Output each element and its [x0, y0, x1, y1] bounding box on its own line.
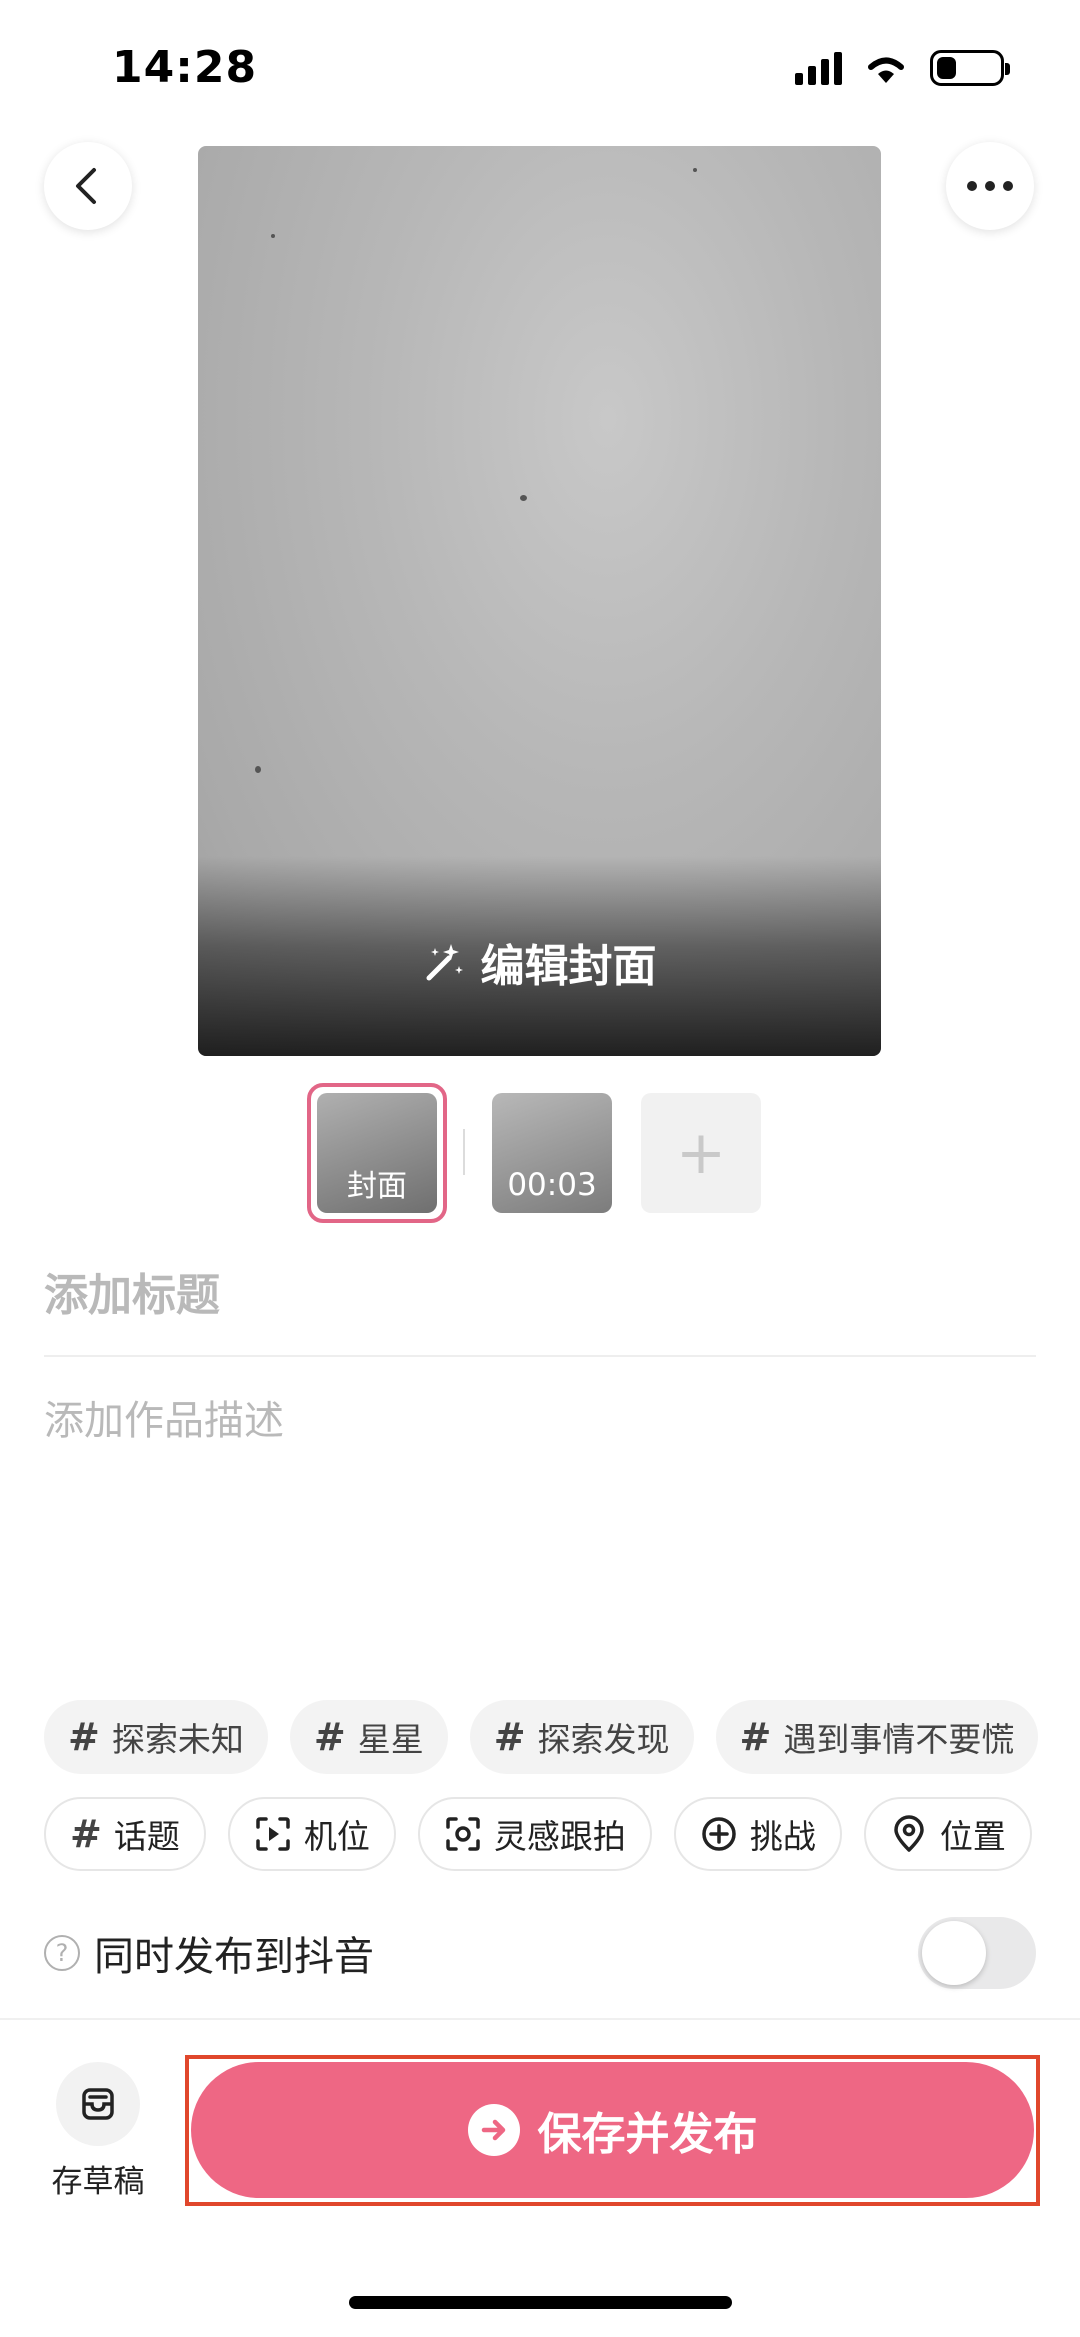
challenge-icon [702, 1817, 736, 1851]
edit-cover-button[interactable]: 编辑封面 [198, 930, 881, 994]
hashtag-icon: # [313, 1715, 346, 1759]
battery-icon [930, 50, 1010, 86]
tool-chip-inspiration[interactable]: 灵感跟拍 [417, 1797, 652, 1871]
clip-duration: 00:03 [507, 1167, 597, 1203]
title-input[interactable] [44, 1255, 1034, 1335]
sync-douyin-label: 同时发布到抖音 [94, 1934, 374, 1980]
tool-chip-camera-angle[interactable]: 机位 [227, 1797, 396, 1871]
cover-thumbnail[interactable]: 封面 [307, 1083, 447, 1223]
save-draft-button[interactable]: 存草稿 [40, 2062, 156, 2201]
bottom-divider [0, 2018, 1080, 2020]
status-icons [795, 50, 1010, 86]
more-dots-icon [967, 181, 1013, 191]
sync-douyin-toggle[interactable] [918, 1917, 1036, 1989]
chevron-left-icon [76, 168, 96, 204]
topic-chip[interactable]: # 星星 [289, 1700, 448, 1774]
speck [271, 234, 275, 238]
camera-angle-icon [256, 1817, 290, 1851]
cover-preview[interactable]: 编辑封面 [198, 146, 881, 1056]
thumbnail-divider [463, 1129, 465, 1175]
edit-cover-label: 编辑封面 [480, 941, 657, 992]
topic-chip[interactable]: # 探索发现 [469, 1700, 694, 1774]
help-icon[interactable]: ? [44, 1935, 80, 1971]
speck [693, 168, 697, 172]
save-draft-label: 存草稿 [51, 2164, 145, 2200]
wifi-icon [868, 57, 904, 83]
speck [520, 495, 527, 501]
back-button[interactable] [44, 142, 132, 230]
clip-thumbnail[interactable]: 00:03 [492, 1093, 612, 1213]
arrow-right-icon [467, 2104, 520, 2156]
save-and-publish-label: 保存并发布 [537, 2109, 758, 2160]
more-button[interactable] [946, 142, 1034, 230]
home-indicator[interactable] [349, 2296, 732, 2309]
topic-suggestions: # 探索未知 # 星星 # 探索发现 # 遇到事情不要慌 [44, 1700, 1039, 1774]
save-and-publish-button[interactable]: 保存并发布 [191, 2062, 1034, 2198]
status-time: 14:28 [112, 42, 258, 93]
tool-chip-location[interactable]: 位置 [863, 1797, 1032, 1871]
plus-icon: + [675, 1118, 727, 1188]
title-divider [44, 1355, 1036, 1357]
cover-thumbnail-label: 封面 [347, 1169, 407, 1204]
tool-chips: # 话题 机位 灵感跟拍 挑战 位置 [44, 1797, 1032, 1871]
hashtag-icon: # [493, 1715, 526, 1759]
description-input[interactable] [44, 1388, 1034, 1688]
hashtag-icon: # [739, 1715, 772, 1759]
topic-chip[interactable]: # 探索未知 [44, 1700, 268, 1774]
hashtag-icon: # [70, 1812, 102, 1856]
inspiration-icon [446, 1817, 480, 1851]
sync-douyin-row: ? 同时发布到抖音 [44, 1913, 1036, 1993]
tool-chip-topic[interactable]: # 话题 [44, 1797, 206, 1871]
cellular-signal-icon [795, 51, 842, 85]
location-icon [894, 1815, 924, 1852]
topic-chip[interactable]: # 遇到事情不要慌 [715, 1700, 1039, 1774]
tool-chip-challenge[interactable]: 挑战 [673, 1797, 842, 1871]
hashtag-icon: # [68, 1715, 100, 1759]
speck [255, 766, 261, 773]
magic-wand-icon [426, 944, 463, 981]
add-media-button[interactable]: + [641, 1093, 761, 1213]
battery-level [937, 57, 956, 79]
draft-box-icon [56, 2062, 140, 2146]
status-bar: 14:28 [0, 0, 1080, 130]
toggle-knob [922, 1921, 986, 1985]
